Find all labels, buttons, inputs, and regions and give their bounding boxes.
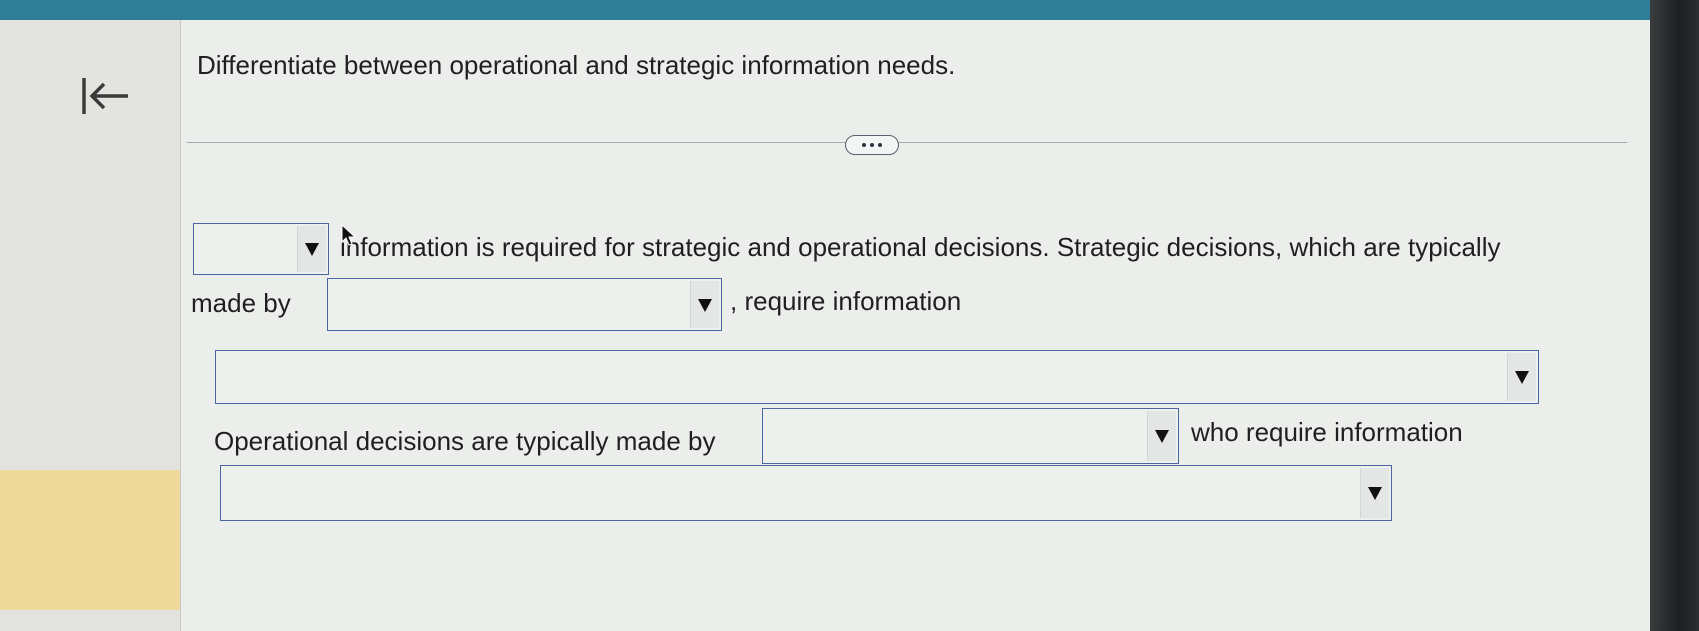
collapse-left-arrow-icon[interactable] xyxy=(80,74,140,124)
dropdown-triangle-icon xyxy=(1147,411,1176,461)
divider xyxy=(187,142,1627,143)
dropdown-triangle-icon xyxy=(297,226,326,272)
left-panel-highlight xyxy=(0,470,180,610)
dropdown-strategic-decision-makers[interactable] xyxy=(327,278,722,331)
sentence-part-4: Operational decisions are typically made… xyxy=(214,426,716,456)
monitor-bezel xyxy=(1650,0,1699,631)
mouse-pointer-icon xyxy=(341,223,357,248)
dropdown-strategic-information[interactable] xyxy=(215,350,1539,404)
screen: Differentiate between operational and st… xyxy=(0,0,1650,631)
dropdown-triangle-icon xyxy=(690,281,719,328)
expand-more-button[interactable] xyxy=(845,135,899,155)
dropdown-operational-decision-makers[interactable] xyxy=(762,408,1179,464)
top-bar xyxy=(0,0,1650,20)
sentence-part-3: , require information xyxy=(730,286,962,316)
dropdown-triangle-icon xyxy=(1507,353,1536,401)
sentence-part-2: made by xyxy=(191,288,291,318)
sentence-part-1: information is required for strategic an… xyxy=(340,232,1501,262)
dropdown-operational-information[interactable] xyxy=(220,465,1392,521)
sentence-part-5: who require information xyxy=(1191,417,1463,447)
dropdown-information-type[interactable] xyxy=(193,223,329,275)
question-panel: Differentiate between operational and st… xyxy=(181,20,1650,631)
dropdown-triangle-icon xyxy=(1360,468,1389,518)
question-text: Differentiate between operational and st… xyxy=(197,50,956,80)
ellipsis-icon xyxy=(862,143,882,147)
